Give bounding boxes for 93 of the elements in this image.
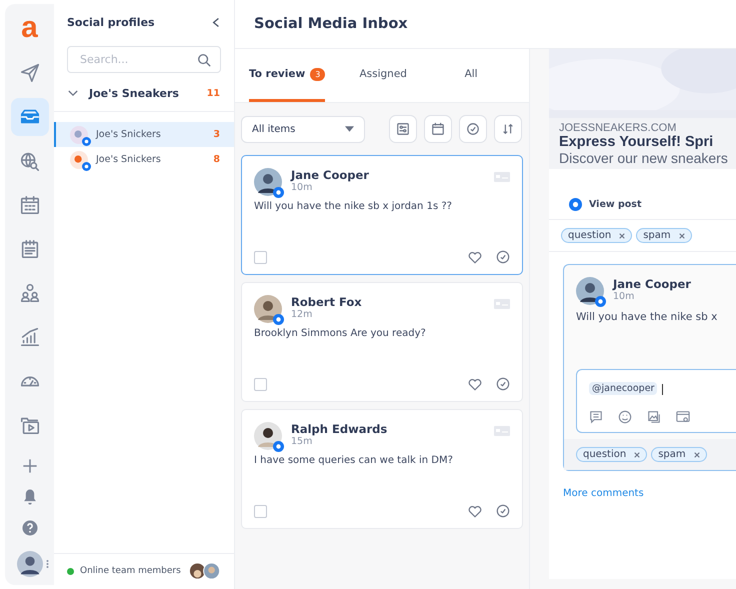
check-icon — [466, 122, 480, 136]
message-card[interactable]: Robert Fox 12m Brooklyn Simmons Are you ready? — [241, 282, 523, 402]
post-time: 15m — [291, 436, 314, 447]
network-icon — [569, 198, 582, 210]
more-icon[interactable] — [46, 559, 48, 569]
sliders-icon — [396, 122, 410, 136]
card-icon — [494, 426, 510, 436]
group-name[interactable]: Joe's Sneakers — [89, 87, 196, 100]
network-badge-icon — [273, 187, 284, 198]
remove-icon[interactable] — [634, 452, 640, 458]
page-title: Social Media Inbox — [254, 16, 408, 32]
checkbox[interactable] — [254, 504, 267, 518]
tag-chip[interactable]: spam — [651, 447, 707, 462]
network-badge-icon — [273, 441, 284, 452]
tab[interactable]: All — [427, 49, 516, 102]
calendar-button[interactable] — [424, 115, 452, 143]
author-name: Jane Cooper — [613, 277, 692, 291]
link-description: Discover our new sneakers — [559, 150, 729, 166]
search-field[interactable]: Search... — [67, 46, 221, 73]
check-circle-icon[interactable] — [496, 377, 510, 391]
text-cursor — [662, 384, 664, 395]
more-comments-link[interactable]: More comments — [549, 471, 736, 499]
author-name: Ralph Edwards — [291, 422, 388, 436]
mention-chip: @janecooper — [589, 382, 658, 395]
view-post-link[interactable]: View post — [549, 169, 736, 220]
tab[interactable]: Assigned — [339, 49, 428, 102]
tab[interactable]: To review 3 — [249, 49, 326, 102]
post-time: 12m — [291, 309, 314, 320]
nav-inbox-button[interactable] — [10, 98, 48, 136]
remove-icon[interactable] — [694, 452, 700, 458]
message-text: I have some queries can we talk in DM? — [254, 455, 454, 466]
user-avatar[interactable] — [16, 551, 42, 577]
message-text: Brooklyn Simmons Are you ready? — [254, 328, 427, 339]
image-icon[interactable] — [647, 410, 661, 424]
checkbox[interactable] — [254, 378, 267, 390]
status-dot-icon — [67, 568, 74, 574]
post-time: 10m — [291, 182, 314, 193]
profile-name: Joe's Snickers — [96, 129, 162, 140]
online-label: Online team members — [80, 566, 182, 576]
tag-chip[interactable]: question — [576, 447, 648, 462]
sliders-button[interactable] — [389, 115, 417, 143]
check-button[interactable] — [459, 115, 487, 143]
send-icon — [18, 62, 40, 84]
message-card[interactable]: Ralph Edwards 15m I have some queries can we talk in DM? — [241, 409, 523, 529]
unread-count: 8 — [213, 154, 220, 165]
card-icon — [494, 172, 510, 182]
sort-button[interactable] — [494, 115, 522, 143]
globe-icon — [18, 150, 40, 172]
tag-chip[interactable]: spam — [636, 228, 692, 243]
remove-icon[interactable] — [619, 232, 626, 238]
unread-count: 11 — [206, 88, 220, 99]
profile-item[interactable]: Joe's Snickers 3 — [54, 122, 234, 147]
checkbox[interactable] — [254, 250, 267, 264]
collapse-icon[interactable] — [212, 16, 220, 28]
chart-icon — [18, 326, 40, 348]
comment-text: Will you have the nike sb x — [576, 311, 718, 325]
link-card-icon[interactable] — [676, 410, 690, 424]
author-name: Robert Fox — [291, 295, 363, 309]
reply-field[interactable]: @janecooper — [576, 369, 736, 433]
heart-icon[interactable] — [468, 504, 482, 518]
count-badge: 3 — [310, 68, 326, 80]
author-name: Jane Cooper — [291, 168, 370, 182]
comment-icon[interactable] — [589, 410, 603, 424]
chevron-icon[interactable] — [68, 90, 78, 97]
search-icon — [197, 53, 211, 67]
people-icon — [18, 282, 40, 304]
profile-name: Joe's Snickers — [96, 154, 162, 165]
caret-icon — [345, 126, 354, 132]
remove-icon[interactable] — [678, 232, 685, 238]
calendar-icon — [18, 194, 40, 216]
message-text: Will you have the nike sb x jordan 1s ?? — [254, 201, 453, 212]
check-circle-icon[interactable] — [496, 504, 510, 518]
network-badge-icon — [273, 314, 284, 325]
post-time: 10m — [613, 291, 636, 302]
calendar-icon — [431, 122, 445, 136]
tag-chip[interactable]: question — [561, 228, 632, 243]
card-icon — [494, 299, 510, 309]
network-badge-icon — [82, 162, 91, 170]
network-badge-icon — [82, 136, 91, 146]
emoji-icon[interactable] — [618, 410, 632, 424]
profile-item[interactable]: Joe's Snickers 8 — [54, 147, 234, 172]
team-avatars[interactable] — [189, 562, 221, 580]
link-headline: Express Yourself! Spri — [559, 134, 714, 150]
network-badge-icon — [595, 296, 606, 307]
unread-count: 3 — [213, 129, 220, 140]
sort-icon — [501, 122, 515, 136]
link-domain: JOESSNEAKERS.COM — [559, 122, 678, 134]
panel-title: Social profiles — [67, 16, 155, 28]
message-card[interactable]: Jane Cooper 10m Will you have the nike sb x jordan 1s ?? — [241, 155, 523, 275]
check-circle-icon[interactable] — [496, 250, 510, 264]
heart-icon[interactable] — [468, 378, 482, 390]
heart-icon[interactable] — [468, 250, 482, 264]
items-dropdown[interactable]: All items — [241, 116, 365, 142]
